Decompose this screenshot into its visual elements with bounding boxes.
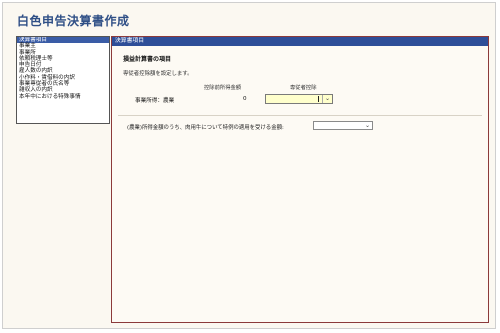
column-header-deduction: 専従者控除	[290, 85, 317, 91]
column-header-before-deduction: 控除前所得金額	[204, 85, 242, 91]
main-panel: 決算書項目 損益計算書の項目 専従者控除額を設定します。 控除前所得金額 専従者…	[111, 36, 489, 323]
beef-cattle-question-label: (農業)所得金額のうち、肉用牛について特例の適用を受ける金額:	[127, 125, 284, 131]
dropdown-divider	[322, 95, 323, 103]
nav-item-tokushu-jijou[interactable]: 本年中における特殊事情	[17, 94, 109, 100]
text-cursor	[318, 96, 319, 102]
navigation-list[interactable]: 決算書項目 事業主 事業所 依頼税理士等 申告日付 雇人数の内訳 小作料・賃借料…	[16, 36, 110, 124]
divider-line	[118, 115, 482, 116]
app-window: 白色申告決算書作成 決算書項目 事業主 事業所 依頼税理士等 申告日付 雇人数の…	[2, 2, 496, 329]
row-label-agriculture: 事業所得：農業	[135, 98, 175, 104]
deduction-dropdown[interactable]: ⌄	[265, 94, 333, 104]
panel-header: 決算書項目	[112, 37, 488, 46]
chevron-down-icon[interactable]: ⌄	[365, 122, 370, 129]
income-before-deduction-value: 0	[243, 96, 247, 102]
instruction-text: 専従者控除額を設定します。	[123, 71, 193, 77]
beef-cattle-dropdown[interactable]: ⌄	[313, 121, 373, 130]
app-title: 白色申告決算書作成	[17, 14, 130, 28]
section-title: 損益計算書の項目	[123, 56, 172, 63]
chevron-down-icon[interactable]: ⌄	[325, 95, 330, 103]
